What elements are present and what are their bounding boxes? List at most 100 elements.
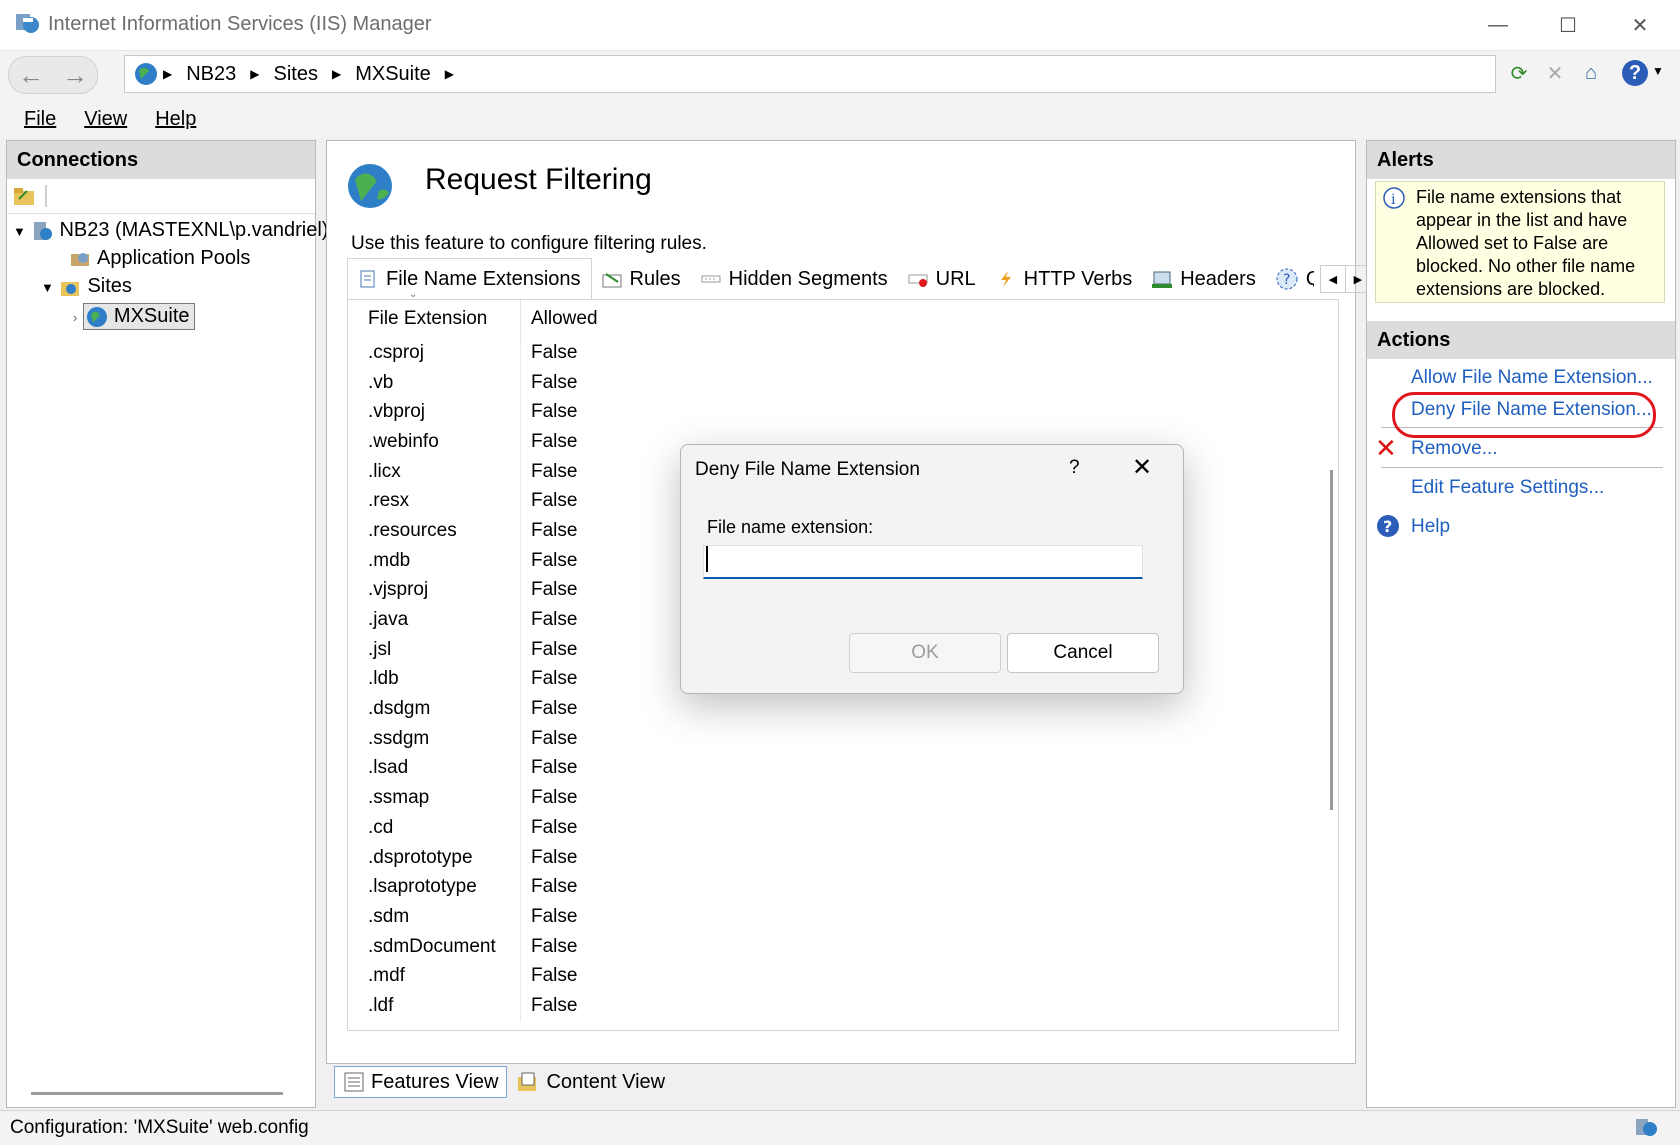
chevron-right-icon[interactable]: ▶ [441, 67, 458, 81]
breadcrumb-item[interactable]: Sites [264, 63, 328, 86]
column-header-file-extension[interactable]: File Extension [358, 308, 520, 330]
maximize-button[interactable]: ☐ [1540, 6, 1596, 44]
breadcrumb-item[interactable]: NB23 [176, 63, 246, 86]
home-icon[interactable]: ⌂ [1576, 58, 1606, 88]
window-title: Internet Information Services (IIS) Mana… [48, 13, 432, 35]
tab-query-strings[interactable]: ? Q [1266, 260, 1318, 298]
feature-description: Use this feature to configure filtering … [351, 233, 707, 254]
tab-headers[interactable]: Headers [1142, 260, 1266, 298]
feature-tabs: File Name Extensions Rules Hidden Segmen… [347, 258, 1371, 300]
tab-file-name-extensions[interactable]: File Name Extensions [347, 258, 592, 300]
tab-http-verbs[interactable]: HTTP Verbs [986, 260, 1143, 298]
dropdown-arrow-icon[interactable]: ▼ [1652, 64, 1664, 78]
breadcrumb-item[interactable]: MXSuite [345, 63, 441, 86]
allow-extension-link[interactable]: Allow File Name Extension... [1411, 367, 1653, 389]
rules-icon [602, 273, 622, 288]
table-row[interactable]: .ssdgm False [358, 723, 619, 754]
extensions-table: File Extension Allowed .csproj False .vb Fa… [358, 300, 619, 1021]
highlight-annotation [1392, 392, 1656, 438]
extension-cell: .vbproj [368, 401, 426, 423]
actions-pane: Alerts i File name extensions that appea… [1366, 140, 1676, 1108]
menu-view[interactable]: View [84, 108, 127, 131]
features-view-button[interactable]: Features View [334, 1066, 508, 1098]
table-row[interactable]: .ssmap False [358, 783, 619, 813]
allowed-cell: False [520, 427, 619, 457]
remove-link[interactable]: Remove... [1411, 438, 1498, 460]
extension-cell: .dsprototype [368, 846, 473, 868]
table-row[interactable]: .dsprototype False [358, 842, 619, 873]
scroll-left-icon[interactable]: ◀ [1321, 266, 1346, 292]
info-icon: i [1383, 187, 1405, 209]
extension-cell: .ssdgm [368, 727, 430, 749]
table-row[interactable]: .lsaprototype False [358, 872, 619, 903]
help-icon[interactable]: ? [1622, 60, 1648, 86]
text-caret [706, 546, 708, 572]
table-row[interactable]: .dsdgm False [358, 694, 619, 724]
menu-file[interactable]: File [24, 108, 56, 131]
table-row[interactable]: .vjsproj False [358, 575, 619, 606]
table-row[interactable]: .licx False [358, 456, 619, 487]
ok-button[interactable]: OK [849, 633, 1001, 673]
table-row[interactable]: .ldf False [358, 991, 619, 1021]
back-arrow-icon[interactable]: ← [18, 60, 44, 91]
table-row[interactable]: .vb False [358, 367, 619, 398]
minimize-button[interactable]: — [1470, 6, 1526, 44]
tree-sites[interactable]: ▼ Sites [41, 275, 132, 298]
dialog-close-button[interactable]: ✕ [1127, 453, 1157, 482]
extension-cell: .sdm [368, 905, 410, 927]
help-link[interactable]: Help [1411, 516, 1450, 538]
table-row[interactable]: .mdf False [358, 961, 619, 992]
vertical-scrollbar[interactable] [1330, 470, 1333, 810]
actions-header: Actions [1367, 321, 1675, 359]
close-window-button[interactable]: ✕ [1612, 6, 1668, 44]
remove-icon: ✕ [1375, 433, 1397, 463]
tab-url[interactable]: URL [898, 260, 986, 298]
breadcrumb[interactable]: ▶ NB23 ▶ Sites ▶ MXSuite ▶ [124, 55, 1496, 93]
table-row[interactable]: .jsl False [358, 634, 619, 665]
sites-folder-icon [61, 281, 80, 296]
chevron-right-icon[interactable]: ▶ [246, 67, 263, 81]
table-row[interactable]: .sdm False [358, 902, 619, 932]
tab-rules[interactable]: Rules [592, 260, 691, 298]
tree-site-mxsuite[interactable]: › MXSuite [73, 303, 195, 330]
cancel-button[interactable]: Cancel [1007, 633, 1159, 673]
forward-arrow-icon[interactable]: → [62, 60, 88, 91]
extension-cell: .cd [368, 816, 394, 838]
table-row[interactable]: .csproj False [358, 338, 619, 368]
table-row[interactable]: .resx False [358, 486, 619, 517]
content-view-button[interactable]: Content View [507, 1066, 674, 1098]
folder-connect-icon[interactable] [13, 185, 37, 207]
chevron-right-icon[interactable]: ▶ [159, 67, 176, 81]
table-row[interactable]: .cd False [358, 813, 619, 843]
refresh-icon[interactable]: ⟳ [1504, 58, 1534, 88]
stop-icon[interactable]: ✕ [1540, 58, 1570, 88]
table-row[interactable]: .java False [358, 605, 619, 635]
table-row[interactable]: .webinfo False [358, 427, 619, 457]
status-bar: Configuration: 'MXSuite' web.config [0, 1110, 1680, 1145]
table-row[interactable]: .mdb False [358, 545, 619, 576]
chevron-down-icon[interactable]: ▼ [13, 224, 26, 239]
extension-cell: .webinfo [368, 430, 439, 452]
chevron-down-icon[interactable]: ▼ [41, 280, 54, 295]
edit-feature-settings-link[interactable]: Edit Feature Settings... [1411, 477, 1604, 499]
table-row[interactable]: .resources False [358, 516, 619, 546]
horizontal-scrollbar[interactable] [31, 1092, 283, 1095]
table-row[interactable]: .lsad False [358, 753, 619, 784]
divider [1381, 467, 1663, 468]
chevron-right-icon[interactable]: › [73, 310, 77, 325]
extension-cell: .java [368, 609, 409, 631]
tree-app-pools[interactable]: Application Pools [69, 247, 250, 270]
dialog-help-button[interactable]: ? [1069, 457, 1080, 479]
chevron-right-icon[interactable]: ▶ [328, 67, 345, 81]
tree-server[interactable]: ▼ NB23 (MASTEXNL\p.vandriel) [13, 219, 328, 242]
features-view-icon [344, 1072, 364, 1092]
allowed-cell: False [520, 664, 619, 695]
table-row[interactable]: .ldb False [358, 664, 619, 695]
tab-hidden-segments[interactable]: Hidden Segments [691, 260, 898, 298]
table-row[interactable]: .vbproj False [358, 397, 619, 428]
column-header-allowed[interactable]: Allowed [520, 300, 619, 338]
table-row[interactable]: .sdmDocument False [358, 931, 619, 962]
extension-input[interactable] [703, 545, 1143, 579]
menu-help[interactable]: Help [155, 108, 196, 131]
menu-bar: File View Help [0, 100, 1680, 138]
